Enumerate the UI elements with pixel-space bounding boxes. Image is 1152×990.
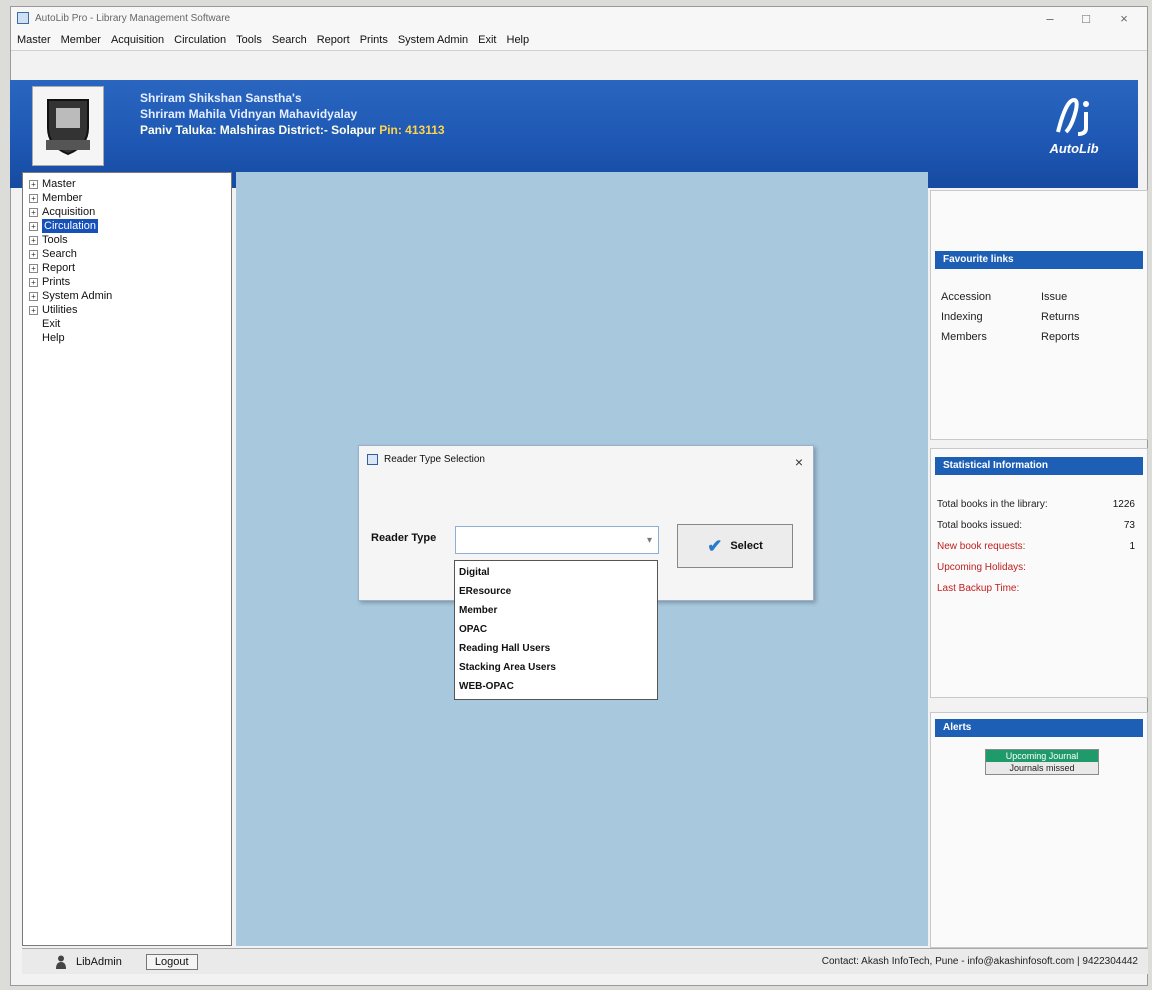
option-digital[interactable]: Digital	[459, 563, 653, 582]
tree-item-prints[interactable]: + Prints	[29, 275, 225, 289]
tree-item-circulation[interactable]: + Circulation	[29, 219, 225, 233]
expand-icon[interactable]: +	[29, 305, 38, 315]
window-title: AutoLib Pro - Library Management Softwar…	[35, 12, 231, 24]
maximize-button[interactable]: □	[1069, 7, 1103, 29]
menu-system-admin[interactable]: System Admin	[398, 34, 468, 46]
option-reading-hall-users[interactable]: Reading Hall Users	[459, 639, 653, 658]
info-panel: Favourite links Accession Issue Indexing…	[930, 190, 1148, 950]
reader-type-combobox[interactable]: ▾	[455, 526, 659, 554]
reader-type-label: Reader Type	[371, 532, 437, 544]
menu-bar: Master Member Acquisition Circulation To…	[11, 29, 1147, 51]
fav-link-indexing[interactable]: Indexing	[941, 311, 1041, 323]
option-web-opac[interactable]: WEB-OPAC	[459, 677, 653, 696]
tree-item-acquisition[interactable]: + Acquisition	[29, 205, 225, 219]
favourite-links-grid: Accession Issue Indexing Returns Members…	[941, 291, 1121, 343]
stat-row: Last Backup Time:	[937, 583, 1020, 594]
fav-link-members[interactable]: Members	[941, 331, 1041, 343]
institution-logo	[32, 86, 104, 166]
crest-icon	[46, 99, 90, 156]
option-stacking-area-users[interactable]: Stacking Area Users	[459, 658, 653, 677]
tree-item-help[interactable]: Help	[29, 331, 225, 345]
contact-info: Contact: Akash InfoTech, Pune - info@aka…	[821, 956, 1138, 967]
menu-report[interactable]: Report	[317, 34, 350, 46]
autolib-logo-icon	[1056, 97, 1089, 136]
stat-row: Total books issued: 73	[937, 520, 1135, 531]
brand-name: AutoLib	[1049, 141, 1099, 156]
fav-link-reports[interactable]: Reports	[1041, 331, 1121, 343]
expand-icon[interactable]: +	[29, 193, 38, 203]
reader-type-options: Digital EResource Member OPAC Reading Ha…	[454, 560, 658, 700]
expand-icon[interactable]: +	[29, 291, 38, 301]
favourite-links-box: Favourite links Accession Issue Indexing…	[930, 190, 1148, 440]
dialog-window-icon	[367, 454, 378, 465]
menu-search[interactable]: Search	[272, 34, 307, 46]
menu-master[interactable]: Master	[17, 34, 51, 46]
user-icon	[56, 955, 66, 969]
select-button-label: Select	[730, 540, 763, 552]
minimize-button[interactable]: –	[1033, 7, 1067, 29]
tree-item-report[interactable]: + Report	[29, 261, 225, 275]
statistics-box: Statistical Information Total books in t…	[930, 448, 1148, 698]
favourite-links-header: Favourite links	[935, 251, 1143, 269]
app-icon	[17, 12, 29, 24]
title-bar: AutoLib Pro - Library Management Softwar…	[11, 7, 1147, 29]
expand-icon[interactable]: +	[29, 207, 38, 217]
institution-line-2: Shriram Mahila Vidnyan Mahavidyalay	[140, 107, 358, 121]
expand-icon[interactable]: +	[29, 277, 38, 287]
option-eresource[interactable]: EResource	[459, 582, 653, 601]
tab-journals-missed[interactable]: Journals missed	[986, 762, 1098, 774]
dialog-title-bar: Reader Type Selection	[367, 454, 485, 465]
logged-in-user: LibAdmin	[56, 955, 122, 969]
alerts-tabs: Upcoming Journal Journals missed	[985, 749, 1099, 775]
tree-item-search[interactable]: + Search	[29, 247, 225, 261]
menu-acquisition[interactable]: Acquisition	[111, 34, 164, 46]
stat-row: New book requests: 1	[937, 541, 1135, 552]
chevron-down-icon[interactable]: ▾	[647, 535, 652, 546]
tree-item-tools[interactable]: + Tools	[29, 233, 225, 247]
option-member[interactable]: Member	[459, 601, 653, 620]
fav-link-accession[interactable]: Accession	[941, 291, 1041, 303]
autolib-brand: AutoLib	[1034, 96, 1114, 156]
tab-upcoming-journal[interactable]: Upcoming Journal	[986, 750, 1098, 762]
institution-details: Shriram Shikshan Sanstha's Shriram Mahil…	[140, 90, 445, 138]
fav-link-returns[interactable]: Returns	[1041, 311, 1121, 323]
tree-item-member[interactable]: + Member	[29, 191, 225, 205]
pin-code: Pin: 413113	[379, 123, 445, 137]
dialog-title: Reader Type Selection	[384, 454, 485, 465]
menu-tools[interactable]: Tools	[236, 34, 262, 46]
alerts-header: Alerts	[935, 719, 1143, 737]
expand-icon[interactable]: +	[29, 249, 38, 259]
tree-item-master[interactable]: + Master	[29, 177, 225, 191]
dialog-close-button[interactable]: ×	[795, 454, 803, 470]
alerts-box: Alerts Upcoming Journal Journals missed	[930, 712, 1148, 948]
username: LibAdmin	[76, 955, 122, 968]
close-window-button[interactable]: ×	[1107, 7, 1141, 29]
expand-icon[interactable]: +	[29, 221, 38, 231]
status-bar: LibAdmin Logout Contact: Akash InfoTech,…	[22, 948, 1148, 974]
expand-icon[interactable]: +	[29, 263, 38, 273]
statistics-header: Statistical Information	[935, 457, 1143, 475]
stat-row: Upcoming Holidays:	[937, 562, 1026, 573]
menu-prints[interactable]: Prints	[360, 34, 388, 46]
fav-link-issue[interactable]: Issue	[1041, 291, 1121, 303]
tree-item-system-admin[interactable]: + System Admin	[29, 289, 225, 303]
menu-exit[interactable]: Exit	[478, 34, 496, 46]
select-button[interactable]: ✔ Select	[677, 524, 793, 568]
menu-help[interactable]: Help	[507, 34, 530, 46]
institution-line-1: Shriram Shikshan Sanstha's	[140, 91, 302, 105]
stat-row: Total books in the library: 1226	[937, 499, 1135, 510]
expand-icon[interactable]: +	[29, 235, 38, 245]
checkmark-icon: ✔	[707, 535, 723, 556]
institution-line-3: Paniv Taluka: Malshiras District:- Solap…	[140, 123, 445, 137]
tree-item-utilities[interactable]: + Utilities	[29, 303, 225, 317]
menu-member[interactable]: Member	[61, 34, 101, 46]
option-opac[interactable]: OPAC	[459, 620, 653, 639]
logout-button[interactable]: Logout	[145, 953, 198, 970]
menu-circulation[interactable]: Circulation	[174, 34, 226, 46]
navigation-tree: + Master + Member + Acquisition + Circulatio…	[22, 172, 232, 946]
tree-item-exit[interactable]: Exit	[29, 317, 225, 331]
expand-icon[interactable]: +	[29, 179, 38, 189]
